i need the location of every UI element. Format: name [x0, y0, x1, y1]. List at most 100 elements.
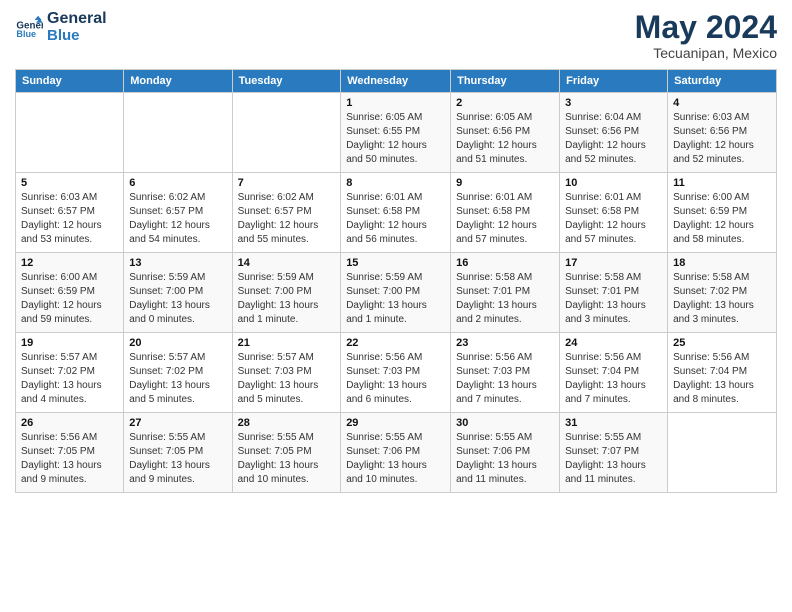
day-number-15: 15: [346, 257, 445, 269]
day-detail-16: Sunrise: 5:58 AMSunset: 7:01 PMDaylight:…: [456, 271, 554, 327]
day-detail-9: Sunrise: 6:01 AMSunset: 6:58 PMDaylight:…: [456, 191, 554, 247]
day-detail-12: Sunrise: 6:00 AMSunset: 6:59 PMDaylight:…: [21, 271, 118, 327]
day-detail-24: Sunrise: 5:56 AMSunset: 7:04 PMDaylight:…: [565, 351, 662, 407]
day-number-24: 24: [565, 337, 662, 349]
day-number-25: 25: [673, 337, 771, 349]
day-number-11: 11: [673, 177, 771, 189]
day-cell-8: 8 Sunrise: 6:01 AMSunset: 6:58 PMDaylight…: [341, 173, 451, 253]
day-cell-25: 25 Sunrise: 5:56 AMSunset: 7:04 PMDayligh…: [668, 333, 777, 413]
header: General Blue General Blue May 2024 Tecua…: [15, 10, 777, 61]
header-sunday: Sunday: [16, 70, 124, 93]
day-number-7: 7: [238, 177, 336, 189]
day-detail-31: Sunrise: 5:55 AMSunset: 7:07 PMDaylight:…: [565, 431, 662, 487]
day-cell-9: 9 Sunrise: 6:01 AMSunset: 6:58 PMDaylight…: [451, 173, 560, 253]
day-number-3: 3: [565, 97, 662, 109]
day-detail-4: Sunrise: 6:03 AMSunset: 6:56 PMDaylight:…: [673, 111, 771, 167]
day-number-8: 8: [346, 177, 445, 189]
day-detail-18: Sunrise: 5:58 AMSunset: 7:02 PMDaylight:…: [673, 271, 771, 327]
day-cell-29: 29 Sunrise: 5:55 AMSunset: 7:06 PMDayligh…: [341, 413, 451, 493]
day-cell-15: 15 Sunrise: 5:59 AMSunset: 7:00 PMDayligh…: [341, 253, 451, 333]
day-detail-22: Sunrise: 5:56 AMSunset: 7:03 PMDaylight:…: [346, 351, 445, 407]
day-number-29: 29: [346, 417, 445, 429]
day-detail-27: Sunrise: 5:55 AMSunset: 7:05 PMDaylight:…: [129, 431, 226, 487]
day-cell-28: 28 Sunrise: 5:55 AMSunset: 7:05 PMDayligh…: [232, 413, 341, 493]
day-cell-3: 3 Sunrise: 6:04 AMSunset: 6:56 PMDaylight…: [560, 93, 668, 173]
day-cell-19: 19Sunrise: 5:57 AMSunset: 7:02 PMDayligh…: [16, 333, 124, 413]
day-detail-13: Sunrise: 5:59 AMSunset: 7:00 PMDaylight:…: [129, 271, 226, 327]
logo-icon: General Blue: [15, 13, 43, 41]
week-row-2: 12 Sunrise: 6:00 AMSunset: 6:59 PMDayligh…: [16, 253, 777, 333]
subtitle: Tecuanipan, Mexico: [635, 45, 777, 61]
header-thursday: Thursday: [451, 70, 560, 93]
day-detail-15: Sunrise: 5:59 AMSunset: 7:00 PMDaylight:…: [346, 271, 445, 327]
day-detail-6: Sunrise: 6:02 AMSunset: 6:57 PMDaylight:…: [129, 191, 226, 247]
empty-cell: [124, 93, 232, 173]
day-cell-7: 7 Sunrise: 6:02 AMSunset: 6:57 PMDaylight…: [232, 173, 341, 253]
day-detail-8: Sunrise: 6:01 AMSunset: 6:58 PMDaylight:…: [346, 191, 445, 247]
title-block: May 2024 Tecuanipan, Mexico: [635, 10, 777, 61]
day-cell-4: 4Sunrise: 6:03 AMSunset: 6:56 PMDaylight…: [668, 93, 777, 173]
day-number-30: 30: [456, 417, 554, 429]
day-detail-25: Sunrise: 5:56 AMSunset: 7:04 PMDaylight:…: [673, 351, 771, 407]
day-cell-23: 23Sunrise: 5:56 AMSunset: 7:03 PMDayligh…: [451, 333, 560, 413]
main-title: May 2024: [635, 10, 777, 45]
empty-cell: [668, 413, 777, 493]
day-number-1: 1: [346, 97, 445, 109]
day-cell-17: 17Sunrise: 5:58 AMSunset: 7:01 PMDayligh…: [560, 253, 668, 333]
day-cell-12: 12 Sunrise: 6:00 AMSunset: 6:59 PMDayligh…: [16, 253, 124, 333]
day-detail-17: Sunrise: 5:58 AMSunset: 7:01 PMDaylight:…: [565, 271, 662, 327]
day-detail-14: Sunrise: 5:59 AMSunset: 7:00 PMDaylight:…: [238, 271, 336, 327]
day-number-20: 20: [129, 337, 226, 349]
day-detail-30: Sunrise: 5:55 AMSunset: 7:06 PMDaylight:…: [456, 431, 554, 487]
day-cell-11: 11Sunrise: 6:00 AMSunset: 6:59 PMDayligh…: [668, 173, 777, 253]
page: General Blue General Blue May 2024 Tecua…: [0, 0, 792, 612]
week-row-1: 5 Sunrise: 6:03 AMSunset: 6:57 PMDaylight…: [16, 173, 777, 253]
week-row-0: 1 Sunrise: 6:05 AMSunset: 6:55 PMDaylight…: [16, 93, 777, 173]
calendar-header-row: SundayMondayTuesdayWednesdayThursdayFrid…: [16, 70, 777, 93]
day-cell-18: 18 Sunrise: 5:58 AMSunset: 7:02 PMDayligh…: [668, 253, 777, 333]
day-number-10: 10: [565, 177, 662, 189]
day-number-31: 31: [565, 417, 662, 429]
header-tuesday: Tuesday: [232, 70, 341, 93]
week-row-4: 26Sunrise: 5:56 AMSunset: 7:05 PMDayligh…: [16, 413, 777, 493]
day-detail-21: Sunrise: 5:57 AMSunset: 7:03 PMDaylight:…: [238, 351, 336, 407]
day-number-9: 9: [456, 177, 554, 189]
day-number-2: 2: [456, 97, 554, 109]
day-cell-13: 13 Sunrise: 5:59 AMSunset: 7:00 PMDayligh…: [124, 253, 232, 333]
day-number-13: 13: [129, 257, 226, 269]
day-detail-7: Sunrise: 6:02 AMSunset: 6:57 PMDaylight:…: [238, 191, 336, 247]
day-number-27: 27: [129, 417, 226, 429]
day-number-14: 14: [238, 257, 336, 269]
day-number-26: 26: [21, 417, 118, 429]
day-cell-21: 21 Sunrise: 5:57 AMSunset: 7:03 PMDayligh…: [232, 333, 341, 413]
day-number-21: 21: [238, 337, 336, 349]
day-number-5: 5: [21, 177, 118, 189]
day-detail-28: Sunrise: 5:55 AMSunset: 7:05 PMDaylight:…: [238, 431, 336, 487]
header-wednesday: Wednesday: [341, 70, 451, 93]
day-cell-20: 20Sunrise: 5:57 AMSunset: 7:02 PMDayligh…: [124, 333, 232, 413]
day-cell-24: 24 Sunrise: 5:56 AMSunset: 7:04 PMDayligh…: [560, 333, 668, 413]
day-detail-29: Sunrise: 5:55 AMSunset: 7:06 PMDaylight:…: [346, 431, 445, 487]
header-friday: Friday: [560, 70, 668, 93]
day-number-19: 19: [21, 337, 118, 349]
day-detail-5: Sunrise: 6:03 AMSunset: 6:57 PMDaylight:…: [21, 191, 118, 247]
day-detail-10: Sunrise: 6:01 AMSunset: 6:58 PMDaylight:…: [565, 191, 662, 247]
empty-cell: [16, 93, 124, 173]
logo-wordmark: General Blue: [47, 10, 107, 44]
day-cell-2: 2Sunrise: 6:05 AMSunset: 6:56 PMDaylight…: [451, 93, 560, 173]
day-detail-3: Sunrise: 6:04 AMSunset: 6:56 PMDaylight:…: [565, 111, 662, 167]
day-cell-10: 10 Sunrise: 6:01 AMSunset: 6:58 PMDayligh…: [560, 173, 668, 253]
day-cell-1: 1 Sunrise: 6:05 AMSunset: 6:55 PMDaylight…: [341, 93, 451, 173]
day-number-28: 28: [238, 417, 336, 429]
day-number-12: 12: [21, 257, 118, 269]
day-cell-16: 16 Sunrise: 5:58 AMSunset: 7:01 PMDayligh…: [451, 253, 560, 333]
day-cell-22: 22Sunrise: 5:56 AMSunset: 7:03 PMDayligh…: [341, 333, 451, 413]
day-number-16: 16: [456, 257, 554, 269]
day-number-18: 18: [673, 257, 771, 269]
empty-cell: [232, 93, 341, 173]
header-saturday: Saturday: [668, 70, 777, 93]
header-monday: Monday: [124, 70, 232, 93]
calendar-table: SundayMondayTuesdayWednesdayThursdayFrid…: [15, 69, 777, 493]
day-detail-1: Sunrise: 6:05 AMSunset: 6:55 PMDaylight:…: [346, 111, 445, 167]
logo: General Blue General Blue: [15, 10, 107, 44]
